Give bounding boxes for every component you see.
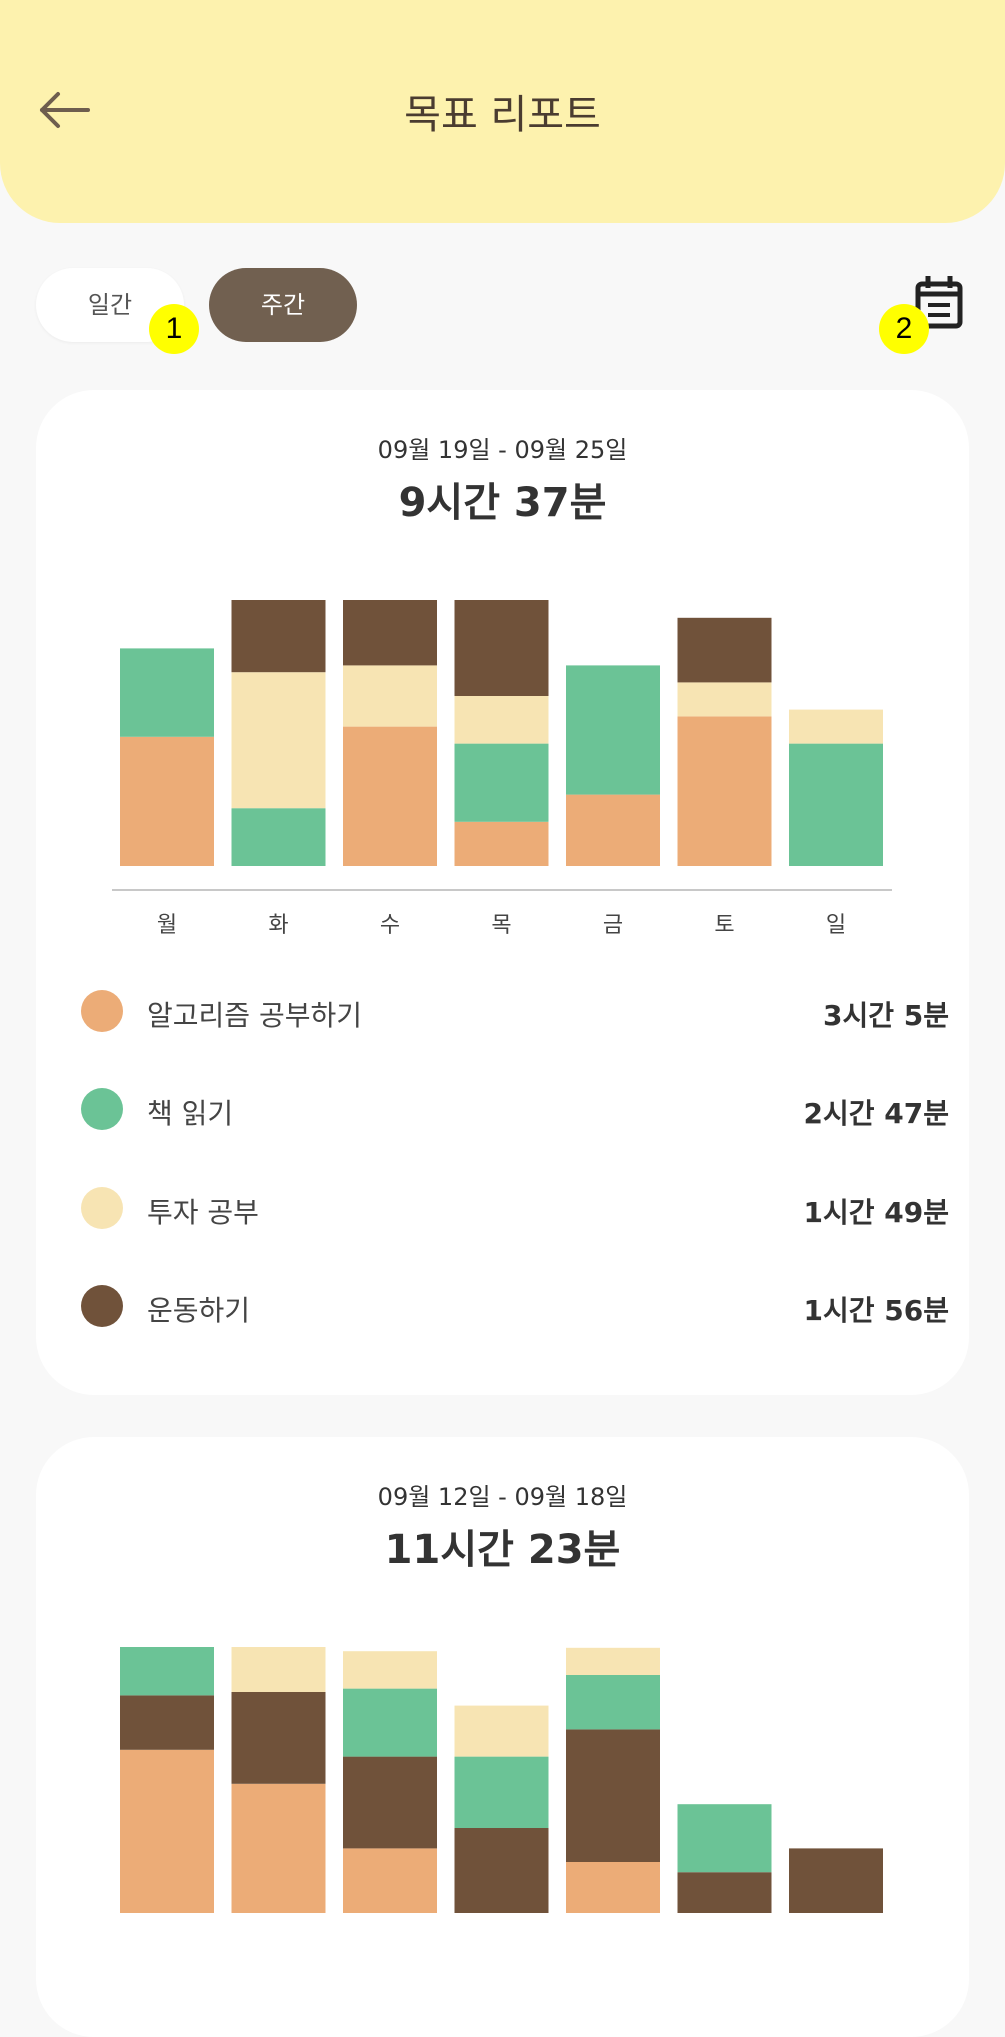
total-time: 9시간 37분 (398, 480, 607, 526)
bar-segment (454, 1756, 549, 1828)
bar-segment (120, 1749, 214, 1913)
bar-segment (120, 648, 214, 737)
bar-segment (789, 709, 883, 744)
x-tick-label: 목 (491, 913, 511, 938)
legend-label: 투자 공부 (147, 1196, 259, 1229)
bar-segment (566, 794, 660, 866)
bar-segment (231, 1647, 326, 1692)
bar-segment (566, 1862, 660, 1913)
bar-segment (454, 1705, 549, 1757)
legend-label: 알고리즘 공부하기 (147, 999, 362, 1032)
week-report-card: 09월 19일 - 09월 25일 9시간 37분 월 화 수 목 금 토 일 알고리즘 공… (36, 390, 969, 1395)
bar-segment (789, 1848, 883, 1913)
total-time: 11시간 23분 (384, 1527, 621, 1573)
legend-color-dot (81, 1285, 123, 1327)
bar-segment (566, 1647, 660, 1675)
bar-segment (343, 665, 437, 727)
bar-segment (343, 726, 437, 866)
bar-segment (789, 743, 883, 866)
x-tick-label: 월 (157, 913, 177, 938)
weekly-stacked-bar-chart: 월화수목금토일 (112, 600, 892, 938)
week-report-card: 09월 12일 - 09월 18일 11시간 23분 (36, 1437, 969, 2037)
legend-value: 3시간 5분 (823, 999, 949, 1032)
bar-segment (566, 665, 660, 795)
legend-value: 1시간 56분 (803, 1294, 949, 1327)
bar-segment (343, 1688, 437, 1757)
bar-segment (343, 1651, 437, 1689)
legend-value: 1시간 49분 (803, 1196, 949, 1229)
x-tick-label: 화 (268, 913, 288, 938)
bar-segment (454, 1828, 549, 1913)
weekly-stacked-bar-chart (120, 1647, 883, 1913)
bar-segment (343, 1756, 437, 1849)
bar-segment (566, 1729, 660, 1862)
bar-segment (454, 743, 549, 822)
bar-segment (677, 682, 772, 717)
app-header: 목표 리포트 (0, 0, 1005, 223)
date-range: 09월 12일 - 09월 18일 (377, 1483, 628, 1511)
bar-segment (454, 600, 549, 696)
annotation-marker-2: 2 (879, 304, 929, 354)
x-tick-label: 일 (826, 913, 846, 938)
annotation-marker-1: 1 (149, 304, 199, 354)
bar-segment (677, 1804, 772, 1873)
x-tick-label: 금 (603, 913, 623, 938)
legend-item: 책 읽기 2시간 47분 (81, 1084, 949, 1134)
bar-segment (677, 716, 772, 866)
x-tick-label: 토 (714, 913, 734, 938)
legend-value: 2시간 47분 (803, 1097, 949, 1130)
legend-color-dot (81, 1187, 123, 1229)
legend-label: 책 읽기 (147, 1097, 234, 1130)
bar-segment (343, 600, 437, 666)
legend-color-dot (81, 990, 123, 1032)
bar-segment (454, 821, 549, 866)
bar-segment (120, 1695, 214, 1750)
date-range: 09월 19일 - 09월 25일 (377, 436, 628, 464)
bar-segment (120, 1647, 214, 1696)
legend-item: 투자 공부 1시간 49분 (81, 1183, 949, 1233)
bar-segment (343, 1848, 437, 1913)
x-tick-label: 수 (380, 913, 400, 938)
bar-segment (231, 808, 326, 866)
bar-segment (231, 1783, 326, 1913)
legend-label: 운동하기 (147, 1294, 251, 1327)
bar-segment (231, 600, 326, 673)
page-title: 목표 리포트 (404, 92, 601, 138)
bar-segment (566, 1675, 660, 1730)
tab-weekly[interactable]: 주간 (209, 268, 357, 342)
legend-item: 알고리즘 공부하기 3시간 5분 (81, 986, 949, 1036)
legend-color-dot (81, 1088, 123, 1130)
legend-item: 운동하기 1시간 56분 (81, 1281, 949, 1331)
bar-segment (454, 696, 549, 744)
bar-segment (120, 736, 214, 866)
bar-segment (677, 1872, 772, 1913)
bar-segment (231, 672, 326, 809)
bar-segment (677, 617, 772, 683)
bar-segment (231, 1692, 326, 1784)
